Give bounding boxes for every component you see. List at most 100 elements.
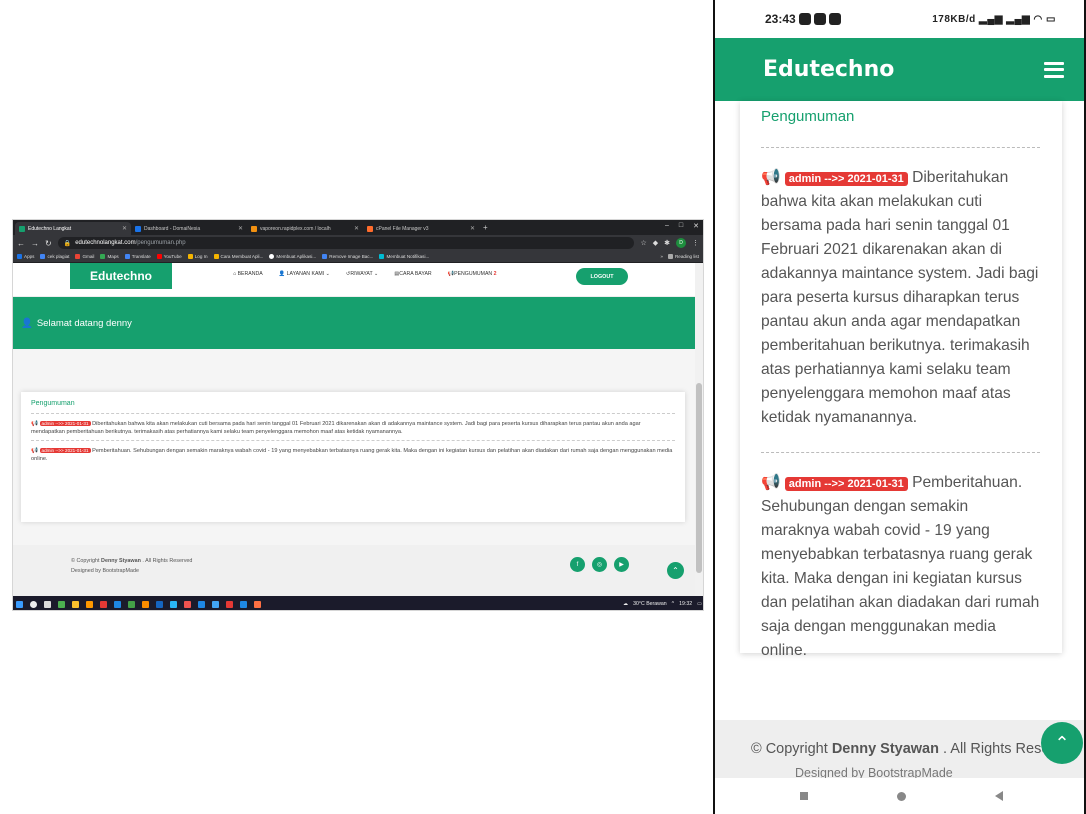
home-icon: ⌂ (233, 271, 237, 277)
facebook-icon[interactable]: f (570, 557, 585, 572)
phone-status-bar: 23:43 178KB/d ▂▄▆ ▂▄▆ ◠ ▭ (715, 0, 1084, 38)
recent-apps-icon[interactable] (799, 792, 808, 800)
divider (761, 147, 1040, 148)
page-viewport: Edutechno ⌂ BERANDA 👤 LAYANAN KAMI ⌄ ↺RI… (13, 263, 697, 596)
bookmark-item[interactable]: Membuat Notifikasi... (379, 254, 429, 259)
puzzle-icon[interactable]: ✱ (664, 239, 670, 247)
copyright: © Copyright Denny Styawan . All Rights R… (71, 557, 192, 576)
bookmark-item[interactable]: Translate (124, 254, 151, 259)
app-icon[interactable] (184, 600, 191, 608)
notification-icon[interactable]: ▭ (697, 601, 702, 607)
url-host: edutechnolangkat.com (75, 240, 136, 246)
extension-icon[interactable]: ◆ (653, 239, 658, 247)
app-icon[interactable] (254, 600, 261, 608)
app-icon[interactable] (156, 600, 163, 608)
menu-riwayat[interactable]: ↺RIWAYAT ⌄ (346, 271, 378, 277)
instagram-icon[interactable]: ◎ (592, 557, 607, 572)
browser-tab[interactable]: vaporeon.rapidplex.com / localh ✕ (247, 222, 363, 235)
back-icon[interactable]: ← (17, 239, 25, 248)
menu-pengumuman[interactable]: 📢PENGUMUMAN 2 (448, 271, 497, 277)
welcome-text: Selamat datang denny (36, 317, 132, 329)
forward-icon[interactable]: → (31, 239, 39, 248)
close-window-icon[interactable]: ✕ (693, 222, 699, 230)
bookmark-label: Gmail (82, 254, 95, 259)
bookmark-item[interactable]: cek plagiat (40, 254, 69, 259)
card-title: Pengumuman (31, 400, 75, 407)
task-view-icon[interactable] (44, 600, 51, 608)
bookmark-item[interactable]: Apps (17, 254, 34, 259)
bookmark-item[interactable]: Maps (100, 254, 119, 259)
back-to-top-button[interactable]: ⌃ (667, 562, 684, 579)
app-icon[interactable] (128, 600, 135, 608)
favicon-icon (251, 225, 257, 232)
maximize-icon[interactable]: □ (679, 222, 683, 230)
profile-avatar[interactable]: D (676, 238, 686, 248)
home-icon[interactable] (896, 791, 906, 801)
app-icon[interactable] (240, 600, 247, 608)
app-icon[interactable] (170, 600, 177, 608)
chevron-down-icon: ⌄ (325, 271, 330, 277)
tray-up-icon[interactable]: ^ (672, 601, 674, 607)
copyright-prefix: © Copyright (751, 741, 828, 757)
hamburger-menu-icon[interactable] (1044, 61, 1064, 78)
bookmark-label: Maps (107, 254, 119, 259)
scrollbar-thumb[interactable] (696, 383, 702, 573)
app-icon[interactable] (198, 600, 205, 608)
url-input[interactable]: 🔒 edutechnolangkat.com/pengumuman.php (57, 237, 635, 249)
scrollbar[interactable] (695, 263, 703, 596)
app-icon[interactable] (58, 600, 65, 608)
chrome-icon[interactable] (212, 600, 219, 608)
site-navbar: Edutechno ⌂ BERANDA 👤 LAYANAN KAMI ⌄ ↺RI… (13, 263, 697, 297)
author-date-badge: admin -->> 2021-01-31 (784, 172, 908, 186)
menu-cara-bayar[interactable]: ▤CARA BAYAR (394, 271, 431, 277)
folder-icon[interactable] (72, 600, 79, 608)
search-icon[interactable] (30, 600, 37, 608)
notification-badge: 2 (493, 271, 497, 277)
maps-icon (100, 254, 106, 259)
menu-label: RIWAYAT (350, 271, 373, 277)
app-icon[interactable] (226, 600, 233, 608)
users-icon: 👤 (278, 271, 286, 277)
bookmark-item[interactable]: Membuat Aplikasi... (269, 254, 316, 259)
back-to-top-button[interactable]: ⌃ (1041, 722, 1083, 764)
bookmark-item[interactable]: YouTube (156, 254, 182, 259)
windows-start-icon[interactable] (16, 600, 23, 608)
app-icon[interactable] (142, 600, 149, 608)
back-icon[interactable] (995, 791, 1004, 801)
android-nav-bar (715, 778, 1084, 814)
browser-tab[interactable]: Dashboard - DomaiNesia ✕ (131, 222, 247, 235)
site-logo[interactable]: Edutechno (70, 263, 172, 289)
logout-button[interactable]: LOGOUT (576, 268, 628, 285)
close-tab-icon[interactable]: ✕ (238, 225, 243, 232)
youtube-icon[interactable]: ▶ (614, 557, 629, 572)
new-tab-icon[interactable]: + (479, 223, 492, 232)
notification-icon (828, 13, 841, 25)
favicon-icon (19, 225, 25, 232)
star-icon[interactable]: ☆ (640, 239, 646, 247)
menu-layanan[interactable]: 👤 LAYANAN KAMI ⌄ (279, 271, 330, 277)
more-bookmarks-icon[interactable]: » (660, 254, 663, 259)
bookmark-item[interactable]: Log In (187, 254, 208, 259)
app-icon[interactable] (100, 600, 107, 608)
bookmark-item[interactable]: Remove Image Bac... (322, 254, 373, 259)
bookmark-item[interactable]: Cara Membuat Apli... (213, 254, 263, 259)
clock-text[interactable]: 19:32 (679, 601, 692, 607)
main-menu: ⌂ BERANDA 👤 LAYANAN KAMI ⌄ ↺RIWAYAT ⌄ ▤C… (233, 271, 497, 277)
site-logo[interactable]: Edutechno (763, 57, 894, 82)
minimize-icon[interactable]: – (665, 222, 669, 230)
browser-tab[interactable]: cPanel File Manager v3 ✕ (363, 222, 479, 235)
weather-text[interactable]: 30°C Berawan (633, 601, 667, 607)
menu-kebab-icon[interactable]: ⋮ (692, 239, 699, 247)
reading-list[interactable]: Reading list (667, 254, 699, 259)
bookmark-item[interactable]: Gmail (75, 254, 94, 259)
browser-tab[interactable]: Edutechno Langkat ✕ (15, 222, 131, 235)
app-icon[interactable] (86, 600, 93, 608)
reload-icon[interactable]: ↻ (45, 239, 52, 248)
bookmark-label: Remove Image Bac... (329, 254, 374, 259)
close-tab-icon[interactable]: ✕ (354, 225, 359, 232)
menu-beranda[interactable]: ⌂ BERANDA (233, 271, 263, 277)
app-icon[interactable] (114, 600, 121, 608)
author-date-badge: admin -->> 2021-01-31 (39, 447, 91, 453)
close-tab-icon[interactable]: ✕ (470, 225, 475, 232)
close-tab-icon[interactable]: ✕ (122, 225, 127, 232)
